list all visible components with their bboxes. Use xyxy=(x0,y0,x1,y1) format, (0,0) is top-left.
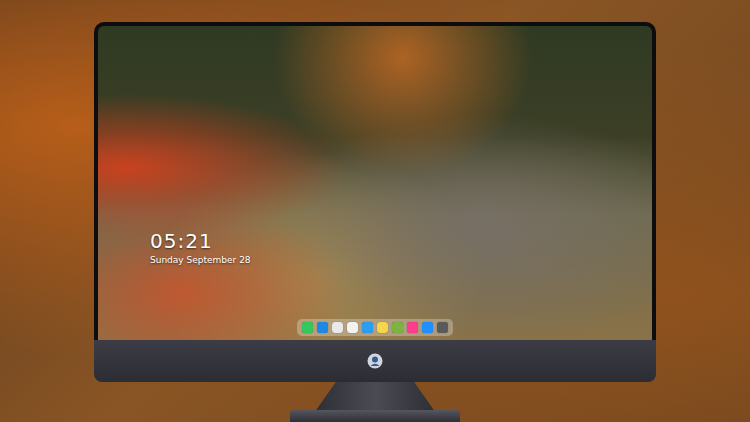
monitor-base xyxy=(290,410,460,422)
clock-time: 05:21 xyxy=(150,229,652,253)
dock-row xyxy=(98,319,652,336)
app-icon[interactable] xyxy=(347,322,358,333)
logo-icon xyxy=(367,353,383,369)
app-icon[interactable] xyxy=(377,322,388,333)
app-icon[interactable] xyxy=(422,322,433,333)
monitor-neck xyxy=(305,382,445,410)
monitor: 05:21 Sunday September 28 xyxy=(94,22,656,422)
app-icon[interactable] xyxy=(317,322,328,333)
lock-info: 05:21 Sunday September 28 xyxy=(98,229,652,319)
app-icon[interactable] xyxy=(437,322,448,333)
app-icon[interactable] xyxy=(407,322,418,333)
backdrop: 05:21 Sunday September 28 xyxy=(0,0,750,422)
app-icon[interactable] xyxy=(362,322,373,333)
clock-date: Sunday September 28 xyxy=(150,255,652,267)
dock xyxy=(297,319,453,336)
wallpaper: 05:21 Sunday September 28 xyxy=(94,22,656,340)
app-icon[interactable] xyxy=(332,322,343,333)
app-icon[interactable] xyxy=(302,322,313,333)
monitor-chin xyxy=(94,340,656,382)
app-icon[interactable] xyxy=(392,322,403,333)
